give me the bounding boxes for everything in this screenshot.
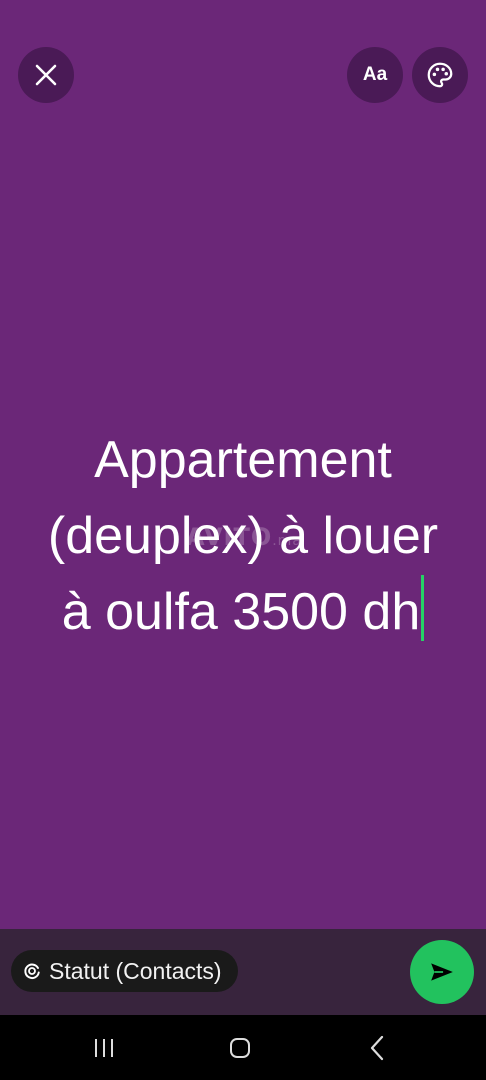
send-button[interactable]: [410, 940, 474, 1004]
back-button[interactable]: [357, 1033, 397, 1063]
close-icon: [35, 64, 57, 86]
text-cursor: [421, 575, 425, 641]
send-icon: [431, 963, 453, 981]
status-audience-label: Statut (Contacts): [49, 957, 222, 984]
watermark-text: AVITO: [186, 523, 273, 551]
recents-icon: [95, 1039, 113, 1057]
privacy-ring-icon: [24, 963, 40, 979]
palette-icon: [427, 62, 453, 88]
composer-bar: Statut (Contacts): [0, 929, 486, 1015]
home-icon: [230, 1038, 250, 1058]
watermark-suffix: .ma: [272, 533, 302, 549]
home-button[interactable]: [220, 1033, 260, 1063]
status-text-line: Appartement: [94, 431, 392, 489]
color-palette-button[interactable]: [412, 47, 468, 103]
status-audience-button[interactable]: Statut (Contacts): [11, 950, 238, 992]
font-style-button[interactable]: Aa: [347, 47, 403, 103]
status-text-line-last: à oulfa 3500 dh: [0, 574, 486, 650]
back-icon: [370, 1035, 384, 1061]
status-text-line-content: à oulfa 3500 dh: [61, 583, 421, 641]
system-navigation-bar: [0, 1015, 486, 1080]
font-style-label: Aa: [362, 64, 388, 85]
watermark: AVITO.ma: [186, 523, 302, 551]
close-button[interactable]: [18, 47, 74, 103]
recents-button[interactable]: [84, 1033, 124, 1063]
